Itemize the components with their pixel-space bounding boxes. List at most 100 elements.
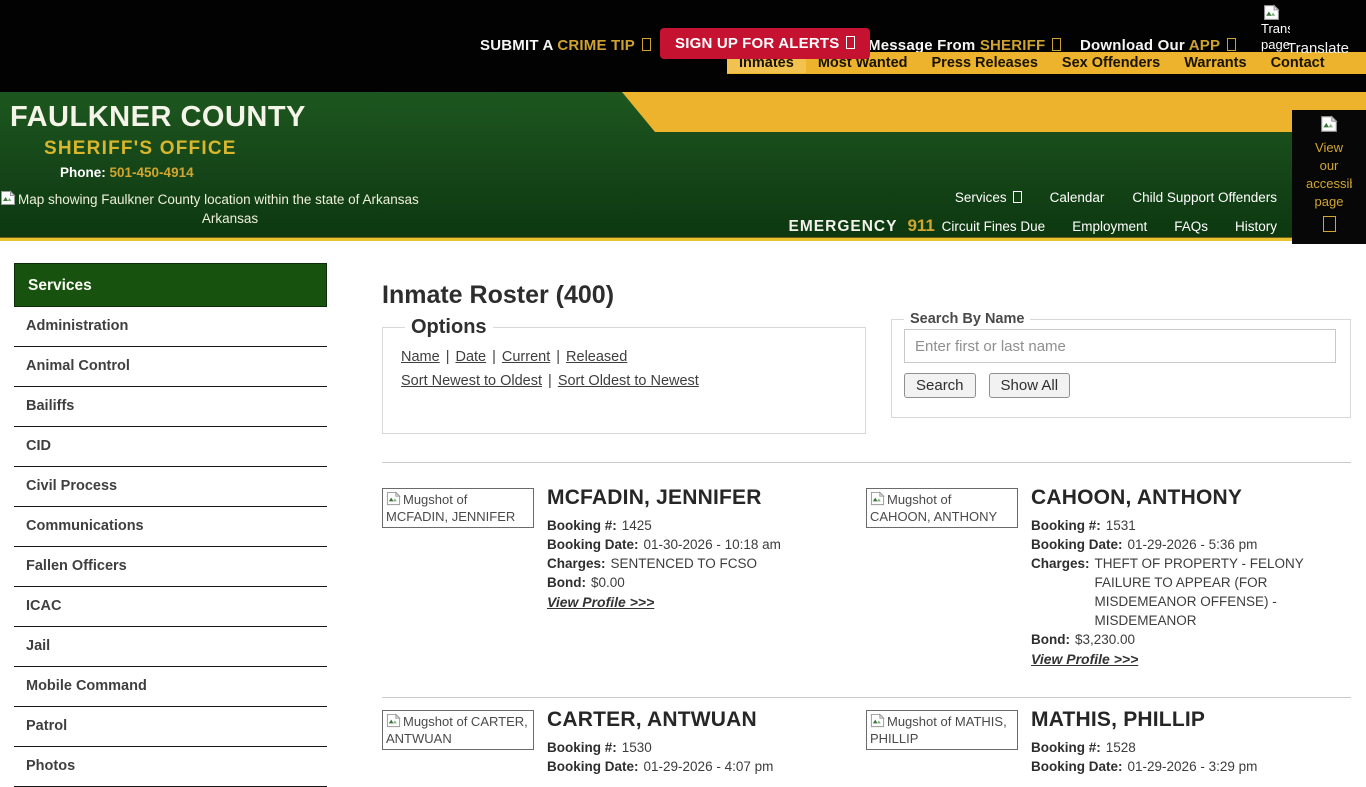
divider [382, 462, 1351, 463]
sidebar-item-animal-control[interactable]: Animal Control [14, 347, 327, 387]
accessibility-alt-text: View our accessibility page [1306, 139, 1352, 211]
crime-tip-highlight: CRIME TIP [557, 37, 635, 54]
sidebar-item-cid[interactable]: CID [14, 427, 327, 467]
booking-date: Booking Date:01-29-2026 - 5:36 pm [1031, 535, 1346, 554]
booking-date: Booking Date:01-29-2026 - 3:29 pm [1031, 757, 1346, 776]
separator: | [446, 349, 450, 365]
mugshot-image[interactable]: Mugshot of MCFADIN, JENNIFER [382, 488, 534, 528]
sign-up-for-alerts-button[interactable]: SIGN UP FOR ALERTS [660, 28, 870, 59]
mugshot-alt-text: Mugshot of CARTER, ANTWUAN [386, 714, 528, 746]
booking-number-label: Booking #: [547, 516, 617, 535]
inmate-name: MATHIS, PHILLIP [1031, 708, 1346, 732]
separator: | [548, 373, 552, 389]
booking-number-value: 1528 [1106, 738, 1136, 757]
charges-value: THEFT OF PROPERTY - FELONY FAILURE TO AP… [1095, 554, 1346, 630]
bond-label: Bond: [547, 573, 586, 592]
search-input[interactable] [904, 329, 1336, 363]
sidebar-item-mobile-command[interactable]: Mobile Command [14, 667, 327, 707]
header-nav-history[interactable]: History [1235, 219, 1277, 234]
separator: | [492, 349, 496, 365]
search-button[interactable]: Search [904, 373, 976, 398]
sidebar-item-fallen-officers[interactable]: Fallen Officers [14, 547, 327, 587]
bond-value: $3,230.00 [1075, 630, 1135, 649]
translate-link[interactable]: Translate [1287, 40, 1349, 57]
accessibility-page-link[interactable]: View our accessibility page [1292, 110, 1366, 244]
mugshot-image[interactable]: Mugshot of CAHOON, ANTHONY [866, 488, 1018, 528]
inmate-card: Mugshot of CAHOON, ANTHONYCAHOON, ANTHON… [866, 488, 1350, 669]
show-all-button[interactable]: Show All [989, 373, 1071, 398]
charges-value: SENTENCED TO FCSO [611, 554, 758, 573]
search-legend: Search By Name [904, 311, 1030, 327]
sidebar-item-communications[interactable]: Communications [14, 507, 327, 547]
gold-divider-line [0, 237, 1366, 241]
option-link-date[interactable]: Date [455, 349, 486, 365]
site-title: FAULKNER COUNTY [10, 101, 306, 134]
booking-date: Booking Date:01-30-2026 - 10:18 am [547, 535, 862, 554]
gold-nav-sex-offenders[interactable]: Sex Offenders [1050, 53, 1172, 73]
site-header: FAULKNER COUNTY SHERIFF'S OFFICE Phone: … [0, 92, 1366, 237]
sidebar-item-bailiffs[interactable]: Bailiffs [14, 387, 327, 427]
inmate-card: Mugshot of MCFADIN, JENNIFER MCFADIN, JEN… [382, 488, 866, 669]
header-nav-row1: Services Calendar Child Support Offenders [927, 190, 1277, 205]
option-link-sort-oldest-to-newest[interactable]: Sort Oldest to Newest [558, 373, 699, 389]
view-profile-link[interactable]: View Profile >>> [547, 594, 654, 610]
broken-image-icon [386, 491, 401, 506]
header-nav-circuit-fines-due[interactable]: Circuit Fines Due [942, 219, 1046, 234]
sidebar-item-administration[interactable]: Administration [14, 307, 327, 347]
options-legend: Options [405, 316, 493, 339]
mugshot-alt-text: Mugshot of MATHIS, PHILLIP [870, 714, 1007, 746]
booking-number: Booking #:1530 [547, 738, 862, 757]
mugshot-image[interactable]: Mugshot of MATHIS, PHILLIP [866, 710, 1018, 750]
broken-image-icon [870, 713, 885, 728]
booking-date-label: Booking Date: [547, 535, 639, 554]
phone-number-link[interactable]: 501-450-4914 [110, 165, 194, 180]
crime-tip-prefix: SUBMIT A [480, 37, 557, 54]
bond: Bond:$0.00 [547, 573, 862, 592]
header-nav-faqs[interactable]: FAQs [1174, 219, 1208, 234]
sidebar-item-jail[interactable]: Jail [14, 627, 327, 667]
inmate-details: MATHIS, PHILLIP Booking #: 1528Booking Dat… [1031, 710, 1346, 776]
booking-date: Booking Date:01-29-2026 - 4:07 pm [547, 757, 862, 776]
booking-number-label: Booking #: [1031, 738, 1101, 757]
header-nav-employment[interactable]: Employment [1072, 219, 1147, 234]
booking-date-value: 01-29-2026 - 3:29 pm [1128, 757, 1258, 776]
sidebar-item-icac[interactable]: ICAC [14, 587, 327, 627]
option-link-current[interactable]: Current [502, 349, 550, 365]
booking-date-label: Booking Date: [547, 757, 639, 776]
search-buttons-row: Search Show All [904, 373, 1338, 398]
option-link-sort-newest-to-oldest[interactable]: Sort Newest to Oldest [401, 373, 542, 389]
charges-label: Charges: [547, 554, 606, 573]
filter-links-row: Name | Date | Current | Released [401, 349, 847, 365]
inmate-row-1: Mugshot of MCFADIN, JENNIFER MCFADIN, JEN… [382, 488, 1351, 669]
booking-number-label: Booking #: [1031, 516, 1101, 535]
mugshot-alt-text: Mugshot of CAHOON, ANTHONY [870, 492, 997, 524]
bond: Bond:$3,230.00 [1031, 630, 1346, 649]
option-link-released[interactable]: Released [566, 349, 627, 365]
sidebar-item-patrol[interactable]: Patrol [14, 707, 327, 747]
sort-links-row: Sort Newest to Oldest | Sort Oldest to New… [401, 373, 847, 389]
emergency-number: 911 [907, 216, 934, 235]
missing-glyph-icon [1052, 38, 1061, 51]
submit-crime-tip-link[interactable]: SUBMIT A CRIME TIP [480, 37, 651, 54]
gold-nav-press-releases[interactable]: Press Releases [920, 53, 1050, 73]
translate-widget[interactable]: Translate page Translate [1257, 4, 1357, 53]
map-caption: Arkansas [0, 209, 460, 228]
booking-date-label: Booking Date: [1031, 535, 1123, 554]
separator: | [556, 349, 560, 365]
inmate-row-2: Mugshot of CARTER, ANTWUANCARTER, ANTWUA… [382, 710, 1351, 776]
gold-diagonal-band [622, 92, 1366, 132]
county-map-image: Map showing Faulkner County location wit… [0, 190, 460, 228]
sidebar-item-civil-process[interactable]: Civil Process [14, 467, 327, 507]
header-nav-services[interactable]: Services [955, 190, 1022, 205]
inmate-name: MCFADIN, JENNIFER [547, 486, 862, 510]
sidebar-item-photos[interactable]: Photos [14, 747, 327, 787]
booking-number: Booking #: 1528 [1031, 738, 1346, 757]
booking-number-value: 1531 [1106, 516, 1136, 535]
header-nav-calendar[interactable]: Calendar [1050, 190, 1105, 205]
options-panel: Options Name | Date | Current | Released Sort … [382, 316, 866, 434]
mugshot-image[interactable]: Mugshot of CARTER, ANTWUAN [382, 710, 534, 750]
gold-nav-warrants[interactable]: Warrants [1172, 53, 1258, 73]
option-link-name[interactable]: Name [401, 349, 440, 365]
header-nav-child-support-offenders[interactable]: Child Support Offenders [1132, 190, 1277, 205]
view-profile-link[interactable]: View Profile >>> [1031, 651, 1138, 667]
